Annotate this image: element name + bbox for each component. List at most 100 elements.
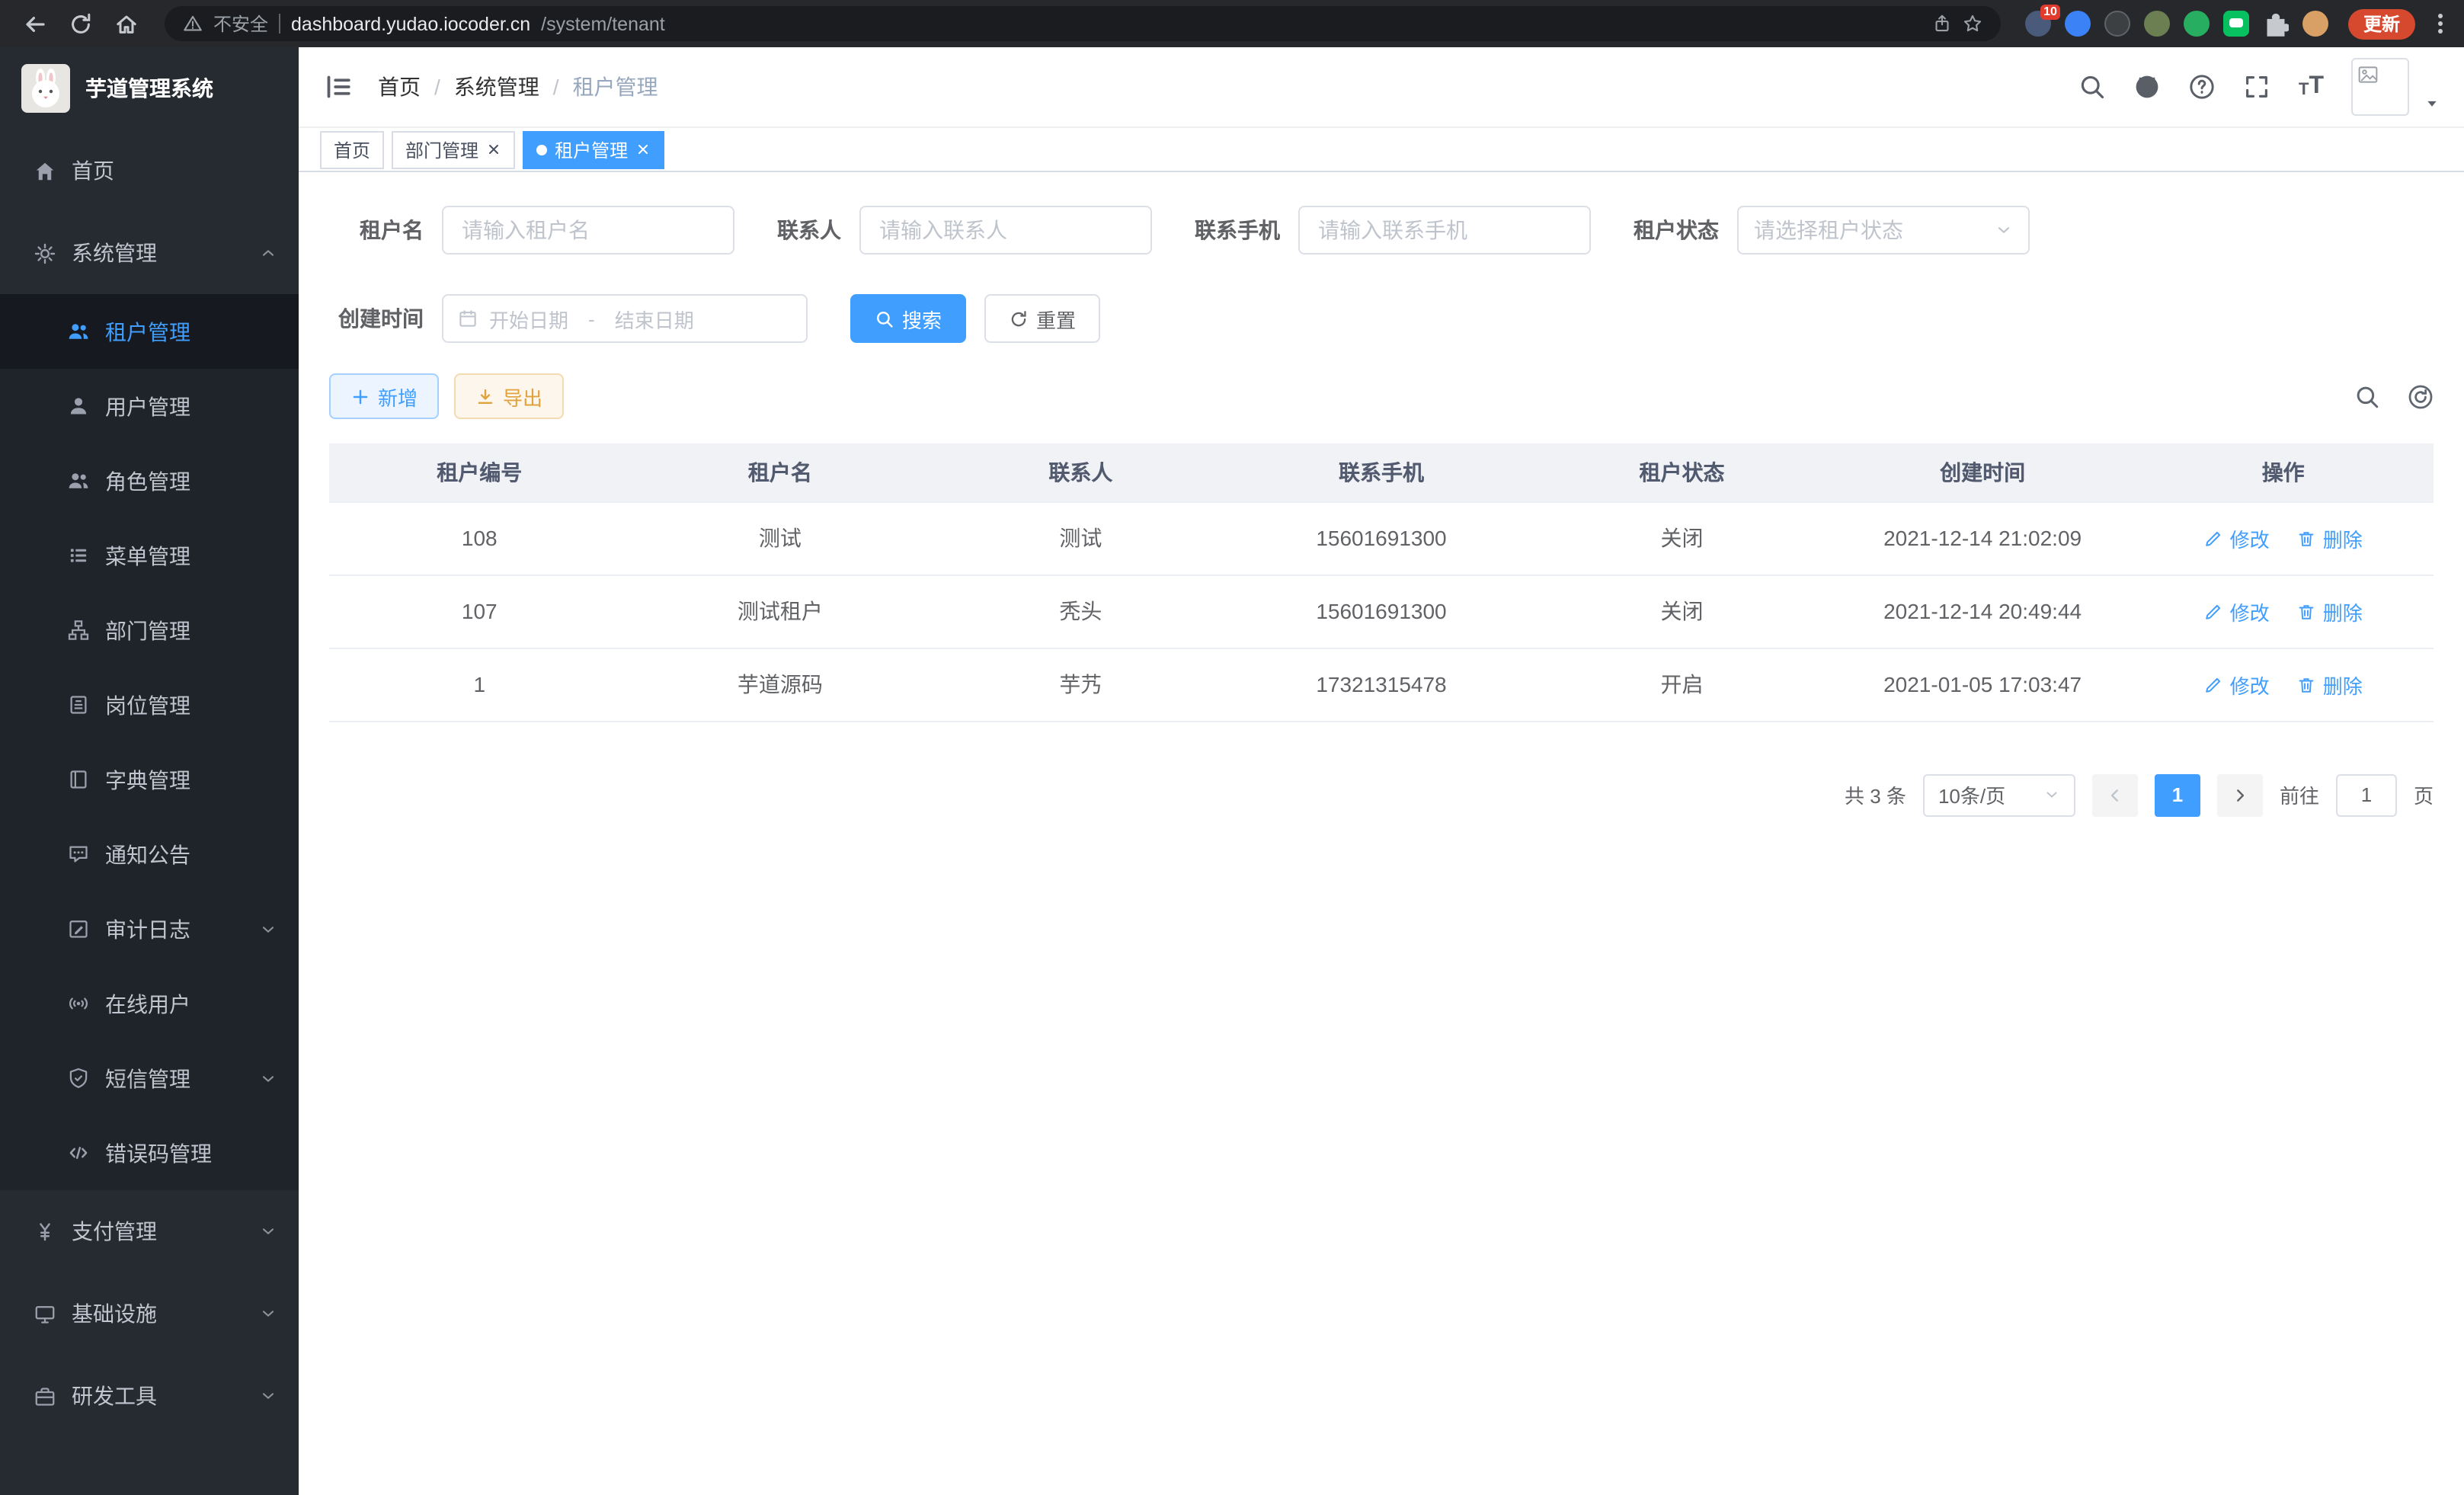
jump-page-input[interactable] (2336, 773, 2397, 816)
sidebar-item-label: 租户管理 (105, 316, 190, 347)
cell-status: 关闭 (1531, 575, 1832, 648)
extension-icon-green[interactable] (2184, 11, 2210, 37)
tenant-name-input[interactable] (442, 206, 734, 255)
table-row: 108 测试 测试 15601691300 关闭 2021-12-14 21:0… (329, 501, 2434, 575)
sidebar-item-payment[interactable]: 支付管理 (0, 1190, 299, 1273)
add-button[interactable]: 新增 (329, 373, 439, 419)
create-time-label: 创建时间 (329, 303, 424, 334)
caret-down-icon[interactable] (2424, 96, 2440, 111)
date-range-picker[interactable]: 开始日期 - 结束日期 (442, 294, 808, 343)
logo-rabbit-image (21, 64, 70, 113)
sidebar-item-menu[interactable]: 菜单管理 (0, 518, 299, 593)
extension-icon-badge[interactable]: 10 (2025, 11, 2051, 37)
reset-button[interactable]: 重置 (984, 294, 1100, 343)
page-content: 租户名 联系人 联系手机 租户状态 请选择租户状态 (299, 172, 2464, 1495)
start-date-placeholder[interactable]: 开始日期 (489, 304, 568, 333)
sidebar-item-home[interactable]: 首页 (0, 130, 299, 212)
extension-icon-dark[interactable] (2104, 11, 2130, 37)
sidebar-item-label: 系统管理 (72, 238, 157, 268)
tab-dept[interactable]: 部门管理 (392, 130, 515, 168)
sidebar-item-post[interactable]: 岗位管理 (0, 667, 299, 742)
close-icon[interactable] (635, 142, 651, 157)
font-size-icon[interactable]: TT (2299, 75, 2324, 99)
sidebar-item-user[interactable]: 用户管理 (0, 369, 299, 443)
browser-menu-icon[interactable] (2432, 14, 2449, 34)
sidebar-item-notice[interactable]: 通知公告 (0, 817, 299, 892)
export-button[interactable]: 导出 (454, 373, 564, 419)
share-icon[interactable] (1932, 14, 1952, 34)
url-host[interactable]: dashboard.yudao.iocoder.cn (291, 13, 530, 34)
fullscreen-icon[interactable] (2244, 73, 2271, 101)
url-path[interactable]: /system/tenant (541, 13, 665, 34)
delete-link[interactable]: 删除 (2297, 523, 2363, 552)
sidebar-item-audit-log[interactable]: 审计日志 (0, 892, 299, 966)
delete-link[interactable]: 删除 (2297, 670, 2363, 699)
sidebar-item-role[interactable]: 角色管理 (0, 443, 299, 518)
search-icon[interactable] (2079, 73, 2107, 101)
cell-status: 关闭 (1531, 501, 1832, 575)
contact-input[interactable] (859, 206, 1152, 255)
profile-avatar-icon[interactable] (2302, 11, 2328, 37)
cell-contact: 秃头 (930, 575, 1231, 648)
page-number-current[interactable]: 1 (2155, 773, 2200, 816)
browser-home-button[interactable] (107, 4, 146, 43)
trash-icon (2297, 601, 2317, 621)
extension-icon-olive[interactable] (2144, 11, 2170, 37)
devtools-box-icon (34, 1385, 56, 1407)
security-label[interactable]: 不安全 (213, 11, 268, 37)
extension-icon-blue[interactable] (2065, 11, 2091, 37)
column-header: 操作 (2133, 443, 2434, 501)
address-bar[interactable]: 不安全 dashboard.yudao.iocoder.cn/system/te… (165, 6, 2001, 41)
sidebar-item-tenant[interactable]: 租户管理 (0, 294, 299, 369)
end-date-placeholder[interactable]: 结束日期 (615, 304, 694, 333)
browser-update-button[interactable]: 更新 (2348, 8, 2415, 39)
extension-icon-chat[interactable] (2223, 11, 2249, 37)
broken-image-icon (2357, 64, 2379, 85)
edit-link[interactable]: 修改 (2204, 670, 2270, 699)
tab-tenant[interactable]: 租户管理 (523, 130, 664, 168)
sidebar-item-dict[interactable]: 字典管理 (0, 742, 299, 817)
sidebar-fold-icon[interactable] (323, 72, 354, 102)
chevron-right-icon (2231, 786, 2249, 804)
sidebar-item-system[interactable]: 系统管理 (0, 212, 299, 294)
search-button[interactable]: 搜索 (850, 294, 966, 343)
delete-link[interactable]: 删除 (2297, 597, 2363, 626)
browser-toolbar: 不安全 dashboard.yudao.iocoder.cn/system/te… (0, 0, 2464, 47)
bookmark-star-icon[interactable] (1963, 14, 1982, 34)
pagination: 共 3 条 10条/页 1 前往 页 (329, 773, 2434, 816)
browser-refresh-button[interactable] (61, 4, 101, 43)
cell-tenant-name: 测试租户 (630, 575, 931, 648)
user-avatar[interactable] (2351, 58, 2409, 116)
warning-triangle-icon (183, 14, 203, 34)
extensions-puzzle-icon[interactable] (2263, 11, 2289, 37)
page-size-select[interactable]: 10条/页 (1923, 773, 2075, 816)
jump-suffix: 页 (2414, 780, 2434, 809)
sidebar-item-dept[interactable]: 部门管理 (0, 593, 299, 667)
next-page-button[interactable] (2217, 773, 2263, 816)
sidebar-item-devtools[interactable]: 研发工具 (0, 1355, 299, 1437)
github-icon[interactable] (2134, 73, 2162, 101)
help-icon[interactable] (2189, 73, 2216, 101)
sidebar-item-online-user[interactable]: 在线用户 (0, 966, 299, 1041)
refresh-table-icon[interactable] (2408, 383, 2434, 409)
edit-link[interactable]: 修改 (2204, 597, 2270, 626)
tab-home[interactable]: 首页 (320, 130, 384, 168)
close-icon[interactable] (486, 142, 501, 157)
app-logo[interactable]: 芋道管理系统 (0, 47, 299, 130)
prev-page-button[interactable] (2092, 773, 2138, 816)
sidebar-item-error-code[interactable]: 错误码管理 (0, 1116, 299, 1190)
sidebar-item-infra[interactable]: 基础设施 (0, 1273, 299, 1355)
chat-bubble-icon (2229, 18, 2243, 27)
phone-input[interactable] (1298, 206, 1591, 255)
browser-back-button[interactable] (15, 4, 55, 43)
breadcrumb-item[interactable]: 首页 (378, 72, 421, 102)
edit-link[interactable]: 修改 (2204, 523, 2270, 552)
sms-shield-icon (67, 1067, 90, 1090)
filter-tenant-name: 租户名 (329, 206, 734, 255)
total-count: 共 3 条 (1845, 780, 1906, 809)
browser-extensions: 10 更新 (2019, 8, 2449, 39)
status-select[interactable]: 请选择租户状态 (1737, 206, 2030, 255)
breadcrumb-item[interactable]: 系统管理 (454, 72, 539, 102)
toggle-search-icon[interactable] (2354, 383, 2380, 409)
sidebar-item-sms[interactable]: 短信管理 (0, 1041, 299, 1116)
